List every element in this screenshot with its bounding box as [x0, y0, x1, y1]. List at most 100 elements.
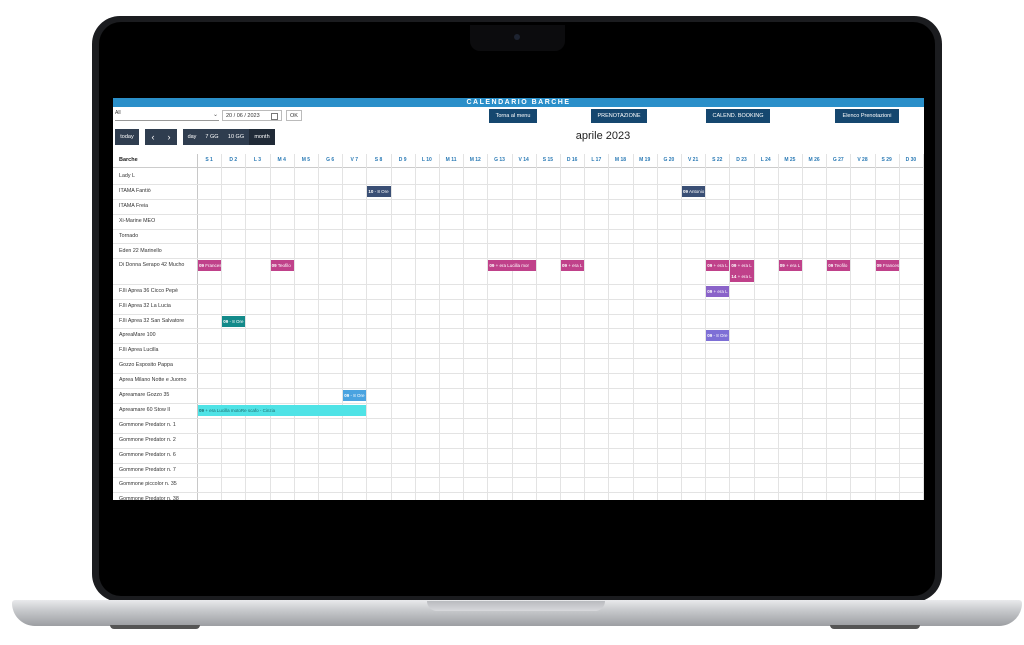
day-header[interactable]: D 9 — [391, 154, 415, 167]
booking-event[interactable]: 09 Antonio — [682, 185, 706, 197]
booking-event[interactable]: 14 + era L — [730, 271, 754, 283]
booking-event[interactable]: 10 - 8 Ore — [367, 185, 391, 197]
day-header[interactable]: S 1 — [197, 154, 221, 167]
view-7gg-button[interactable]: 7 GG — [201, 129, 223, 145]
day-header[interactable]: M 4 — [270, 154, 294, 167]
day-header[interactable]: M 26 — [802, 154, 826, 167]
booking-event[interactable]: 09 + era L — [730, 260, 754, 272]
resource-row: ApreaMare 100 — [113, 328, 924, 345]
app-screen: CALENDARIO BARCHE All ⌄ 20 / 06 / 2023 O… — [113, 98, 924, 500]
booking-text: Francesco — [205, 263, 221, 269]
booking-event[interactable]: 09 + era L — [706, 285, 730, 297]
booking-event[interactable]: 09 Teofilo — [270, 260, 294, 272]
day-header[interactable]: L 3 — [245, 154, 269, 167]
month-title: aprile 2023 — [575, 130, 631, 142]
calendar-icon[interactable] — [271, 113, 278, 120]
resource-label: Gommone Predator n. 6 — [119, 451, 176, 458]
day-header[interactable]: S 8 — [366, 154, 390, 167]
booking-text: - 8 Ore — [349, 393, 365, 399]
booking-text: - 8 Ore — [373, 188, 389, 194]
day-header[interactable]: L 10 — [415, 154, 439, 167]
resource-row: Lady L — [113, 169, 924, 185]
back-to-menu-button[interactable]: Torna al menu — [489, 109, 537, 123]
today-button[interactable]: today — [115, 129, 139, 145]
day-header[interactable]: L 17 — [584, 154, 608, 167]
resource-row: Xi-Marine MEO — [113, 214, 924, 230]
booking-event[interactable]: 09 + era Lucilla motoRe scafo - Cinzia — [198, 404, 367, 416]
day-header[interactable]: S 29 — [875, 154, 899, 167]
camera-icon — [514, 34, 520, 40]
view-10gg-button[interactable]: 10 GG — [223, 129, 249, 145]
booking-event[interactable]: 09 Francesco — [875, 260, 899, 272]
day-header[interactable]: M 12 — [463, 154, 487, 167]
booking-event[interactable]: 09 - 8 Ore — [706, 330, 730, 342]
view-day-button[interactable]: day — [183, 129, 201, 145]
day-header[interactable]: V 21 — [681, 154, 705, 167]
resource-label: Gozzo Esposito Pappa — [119, 362, 173, 369]
booking-event[interactable]: 09 + era L — [561, 260, 585, 272]
booking-calendar-button[interactable]: CALEND. BOOKING — [706, 109, 770, 123]
day-header[interactable]: V 7 — [342, 154, 366, 167]
date-input[interactable]: 20 / 06 / 2023 — [222, 110, 282, 121]
filter-select-value: All — [115, 110, 121, 116]
day-header[interactable]: D 23 — [729, 154, 753, 167]
day-header[interactable]: M 18 — [608, 154, 632, 167]
ok-button[interactable]: OK — [286, 110, 302, 121]
booking-text: + era L — [784, 263, 801, 269]
day-header[interactable]: S 22 — [705, 154, 729, 167]
day-header[interactable]: L 24 — [754, 154, 778, 167]
day-header[interactable]: V 28 — [850, 154, 874, 167]
day-header[interactable]: D 16 — [560, 154, 584, 167]
resource-label: Lady L — [119, 173, 135, 179]
booking-event[interactable]: 09 - 8 Ore — [343, 390, 367, 402]
resource-label: F.lli Aprea 32 San Salvatore — [119, 317, 185, 324]
resource-label: ApreaMare 100 — [119, 332, 156, 339]
day-header[interactable]: M 5 — [294, 154, 318, 167]
filter-select[interactable]: All ⌄ — [115, 110, 219, 121]
chevron-down-icon: ⌄ — [212, 112, 218, 118]
day-header[interactable]: V 14 — [512, 154, 536, 167]
date-input-value: 20 / 06 / 2023 — [226, 113, 260, 119]
resource-row: Gommone Predator n. 1 — [113, 418, 924, 434]
booking-event[interactable]: 09 Teofilo — [827, 260, 851, 272]
booking-text: + era L — [736, 274, 752, 280]
laptop-base-notch — [427, 601, 605, 611]
day-header[interactable]: G 13 — [487, 154, 511, 167]
day-header[interactable]: S 15 — [536, 154, 560, 167]
booking-event[interactable]: 09 Francesco — [198, 260, 222, 272]
day-header[interactable]: M 19 — [633, 154, 657, 167]
booking-button[interactable]: PRENOTAZIONE — [591, 109, 647, 123]
resource-row: ITAMA Fantiò — [113, 184, 924, 200]
resource-label: Tornado — [119, 232, 139, 239]
resource-calendar-grid: Barche S 1D 2L 3M 4M 5G 6V 7S 8D 9L 10 M … — [113, 154, 924, 500]
resource-row: ITAMA Freia — [113, 199, 924, 215]
resource-label: Di Donna Serapo 42 Mucho — [119, 262, 185, 269]
booking-text: - 8 Ore — [712, 333, 728, 339]
resource-row: F.lli Aprea 36 Cicco Pepè — [113, 284, 924, 300]
resource-label: Gommone Predator n. 38 — [119, 496, 179, 500]
booking-event[interactable]: 09 + era L — [778, 260, 802, 272]
day-header[interactable]: D 2 — [221, 154, 245, 167]
day-header[interactable]: M 25 — [778, 154, 802, 167]
prev-button[interactable]: ‹ — [145, 129, 161, 145]
booking-text: Antonio — [688, 188, 705, 194]
resource-row: Gozzo Esposito Pappa — [113, 358, 924, 375]
booking-event[interactable]: 09 + era Lucilla mor — [488, 260, 536, 272]
booking-text: Francesco — [882, 263, 899, 269]
view-month-button[interactable]: month — [249, 129, 275, 145]
laptop-foot-right — [830, 625, 920, 629]
resource-label: F.lli Aprea 32 La Lucia — [119, 302, 171, 309]
resource-label: Gommone Predator n. 2 — [119, 436, 176, 443]
resource-label: Aprea Milano Notte e Juorno — [119, 377, 187, 384]
next-button[interactable]: › — [161, 129, 177, 145]
day-header[interactable]: D 30 — [899, 154, 923, 167]
day-header[interactable]: M 11 — [439, 154, 463, 167]
bookings-list-button[interactable]: Elenco Prenotazioni — [835, 109, 899, 123]
day-header[interactable]: G 6 — [318, 154, 342, 167]
day-header[interactable]: G 27 — [826, 154, 850, 167]
booking-event[interactable]: 09 - 8 Ore — [222, 315, 246, 327]
resource-row: Gommone Predator n. 2 — [113, 433, 924, 449]
resource-header: Barche — [119, 157, 138, 163]
day-header[interactable]: G 20 — [657, 154, 681, 167]
booking-event[interactable]: 09 + era L — [706, 260, 730, 272]
